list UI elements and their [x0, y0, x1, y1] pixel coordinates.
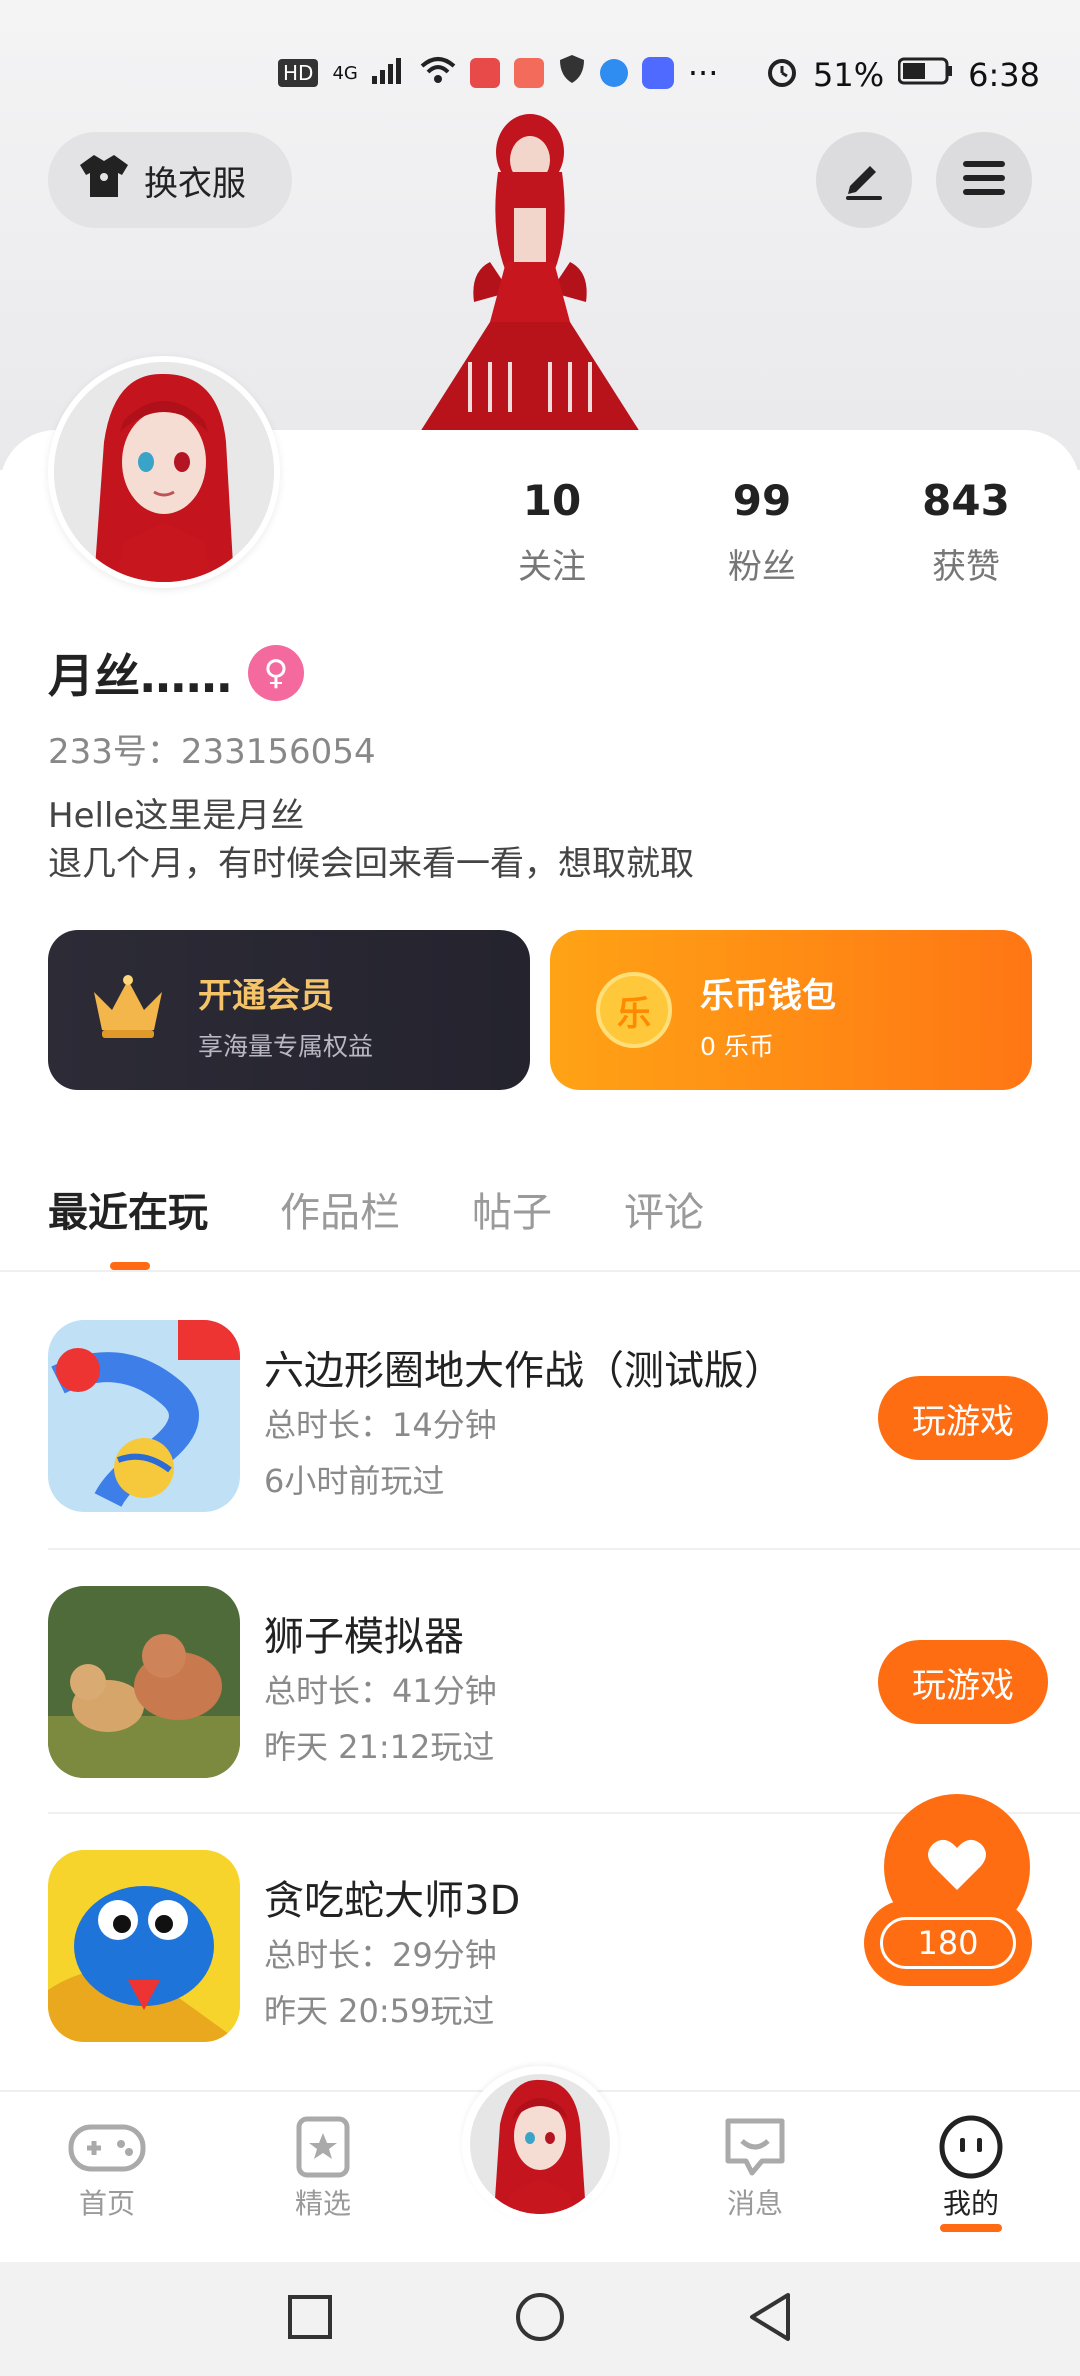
tab-comments[interactable]: 评论 — [624, 1180, 704, 1238]
system-navigation-bar — [0, 2262, 1080, 2376]
likes-label: 获赞 — [932, 547, 1000, 587]
game-thumbnail-lion — [48, 1586, 240, 1778]
gamepad-icon — [32, 2112, 182, 2182]
gender-symbol: ♀ — [263, 653, 289, 693]
smiley-face-icon — [896, 2112, 1046, 2182]
profile-name: 月丝…… — [48, 649, 232, 703]
nav-avatar-button[interactable] — [462, 2066, 618, 2222]
coin-glyph: 乐 — [617, 993, 651, 1034]
tab-posts[interactable]: 帖子 — [472, 1180, 552, 1238]
game-title: 贪吃蛇大师3D — [264, 1878, 521, 1924]
coin-wallet-button[interactable]: 乐 乐币钱包 0 乐币 — [550, 930, 1032, 1090]
battery-percent: 51% — [813, 56, 885, 94]
edit-profile-button[interactable] — [816, 132, 912, 228]
bio-line-1: Helle这里是月丝 — [48, 796, 305, 836]
tab-works[interactable]: 作品栏 — [280, 1180, 400, 1238]
game-list-item[interactable]: 狮子模拟器 总时长：41分钟 昨天 21:12玩过 玩游戏 — [48, 1586, 1048, 1786]
chat-bubble-icon — [680, 2112, 830, 2182]
game-thumbnail-hexagon — [48, 1320, 240, 1512]
more-notifications: ··· — [687, 54, 719, 92]
status-bar: HD 4G ··· 51% 6:38 — [0, 40, 1080, 110]
character-avatar-figure[interactable] — [410, 112, 650, 432]
game-duration: 总时长：41分钟 — [264, 1672, 497, 1710]
nav-messages[interactable]: 消息 — [680, 2112, 830, 2222]
game-last-played: 昨天 21:12玩过 — [264, 1728, 495, 1766]
education-app-icon — [641, 57, 674, 89]
play-game-button[interactable]: 玩游戏 — [878, 1376, 1048, 1460]
wallet-title: 乐币钱包 — [700, 976, 836, 1016]
network-label: HD — [278, 59, 319, 87]
avatar-portrait-image — [54, 362, 274, 582]
game-duration: 总时长：29分钟 — [264, 1936, 497, 1974]
clock-time: 6:38 — [968, 56, 1040, 94]
game-last-played: 6小时前玩过 — [264, 1462, 445, 1500]
bio-line-2: 退几个月，有时候会回来看一看，想取就取 — [48, 844, 694, 884]
recent-apps-icon[interactable] — [286, 2293, 334, 2345]
nav-home-label: 首页 — [78, 2187, 135, 2220]
game-duration: 总时长：14分钟 — [264, 1406, 497, 1444]
nav-avatar-image — [470, 2074, 610, 2214]
tshirt-icon — [78, 153, 130, 208]
hamburger-icon — [961, 159, 1007, 201]
game-title: 六边形圈地大作战（测试版） — [264, 1348, 784, 1394]
profile-bio: Helle这里是月丝 退几个月，有时候会回来看一看，想取就取 — [48, 792, 694, 888]
nav-home[interactable]: 首页 — [32, 2112, 182, 2222]
star-card-icon — [248, 2112, 398, 2182]
like-count-badge[interactable]: 180 — [864, 1900, 1032, 1986]
female-gender-icon: ♀ — [248, 645, 304, 701]
game-title: 狮子模拟器 — [264, 1614, 464, 1660]
nav-mine-label: 我的 — [942, 2187, 999, 2220]
like-count: 180 — [880, 1917, 1016, 1969]
nav-featured-label: 精选 — [294, 2187, 351, 2220]
nav-mine-indicator — [940, 2224, 1002, 2232]
game-list-item[interactable]: 六边形圈地大作战（测试版） 总时长：14分钟 6小时前玩过 玩游戏 — [48, 1320, 1048, 1520]
change-outfit-button[interactable]: 换衣服 — [48, 132, 292, 228]
following-label: 关注 — [518, 547, 586, 587]
game-last-played: 昨天 20:59玩过 — [264, 1992, 495, 2030]
menu-button[interactable] — [936, 132, 1032, 228]
likes-stat[interactable]: 843 获赞 — [876, 476, 1056, 588]
home-circle-icon[interactable] — [514, 2291, 566, 2347]
vip-subtitle: 享海量专属权益 — [198, 1032, 374, 1061]
user-id[interactable]: 233号：233156054 — [48, 724, 376, 773]
play-game-button[interactable]: 玩游戏 — [878, 1640, 1048, 1724]
followers-stat[interactable]: 99 粉丝 — [672, 476, 852, 588]
tabs-divider — [0, 1270, 1080, 1272]
nav-mine[interactable]: 我的 — [896, 2112, 1046, 2232]
back-triangle-icon[interactable] — [746, 2291, 794, 2347]
signal-icon — [371, 54, 406, 92]
shield-icon — [558, 54, 586, 92]
profile-name-row: 月丝…… ♀ — [48, 640, 304, 706]
heart-icon — [927, 1838, 987, 1896]
mail-app-icon — [513, 58, 544, 88]
nav-featured[interactable]: 精选 — [248, 2112, 398, 2222]
browser-app-icon — [599, 59, 628, 87]
vip-membership-button[interactable]: 开通会员 享海量专属权益 — [48, 930, 530, 1090]
game-thumbnail-snake — [48, 1850, 240, 2042]
pen-icon — [842, 156, 886, 204]
nav-messages-label: 消息 — [726, 2187, 783, 2220]
signal-type: 4G — [332, 62, 358, 84]
wifi-icon — [420, 54, 456, 92]
coin-icon: 乐 — [596, 972, 672, 1048]
vip-title: 开通会员 — [198, 976, 334, 1016]
crown-icon — [88, 972, 168, 1046]
following-count: 10 — [522, 476, 582, 525]
profile-avatar[interactable] — [48, 356, 280, 588]
alarm-icon — [765, 54, 799, 96]
row-divider — [48, 1548, 1080, 1550]
change-outfit-label: 换衣服 — [144, 163, 246, 204]
battery-icon — [897, 56, 954, 94]
followers-count: 99 — [732, 476, 792, 525]
tab-recently-played[interactable]: 最近在玩 — [48, 1180, 208, 1238]
profile-tabs: 最近在玩 作品栏 帖子 评论 — [48, 1180, 704, 1238]
active-tab-indicator — [110, 1262, 150, 1270]
followers-label: 粉丝 — [728, 547, 796, 587]
likes-count: 843 — [922, 476, 1010, 525]
wallet-balance: 0 乐币 — [700, 1032, 774, 1061]
following-stat[interactable]: 10 关注 — [462, 476, 642, 588]
book-app-icon — [469, 58, 500, 88]
